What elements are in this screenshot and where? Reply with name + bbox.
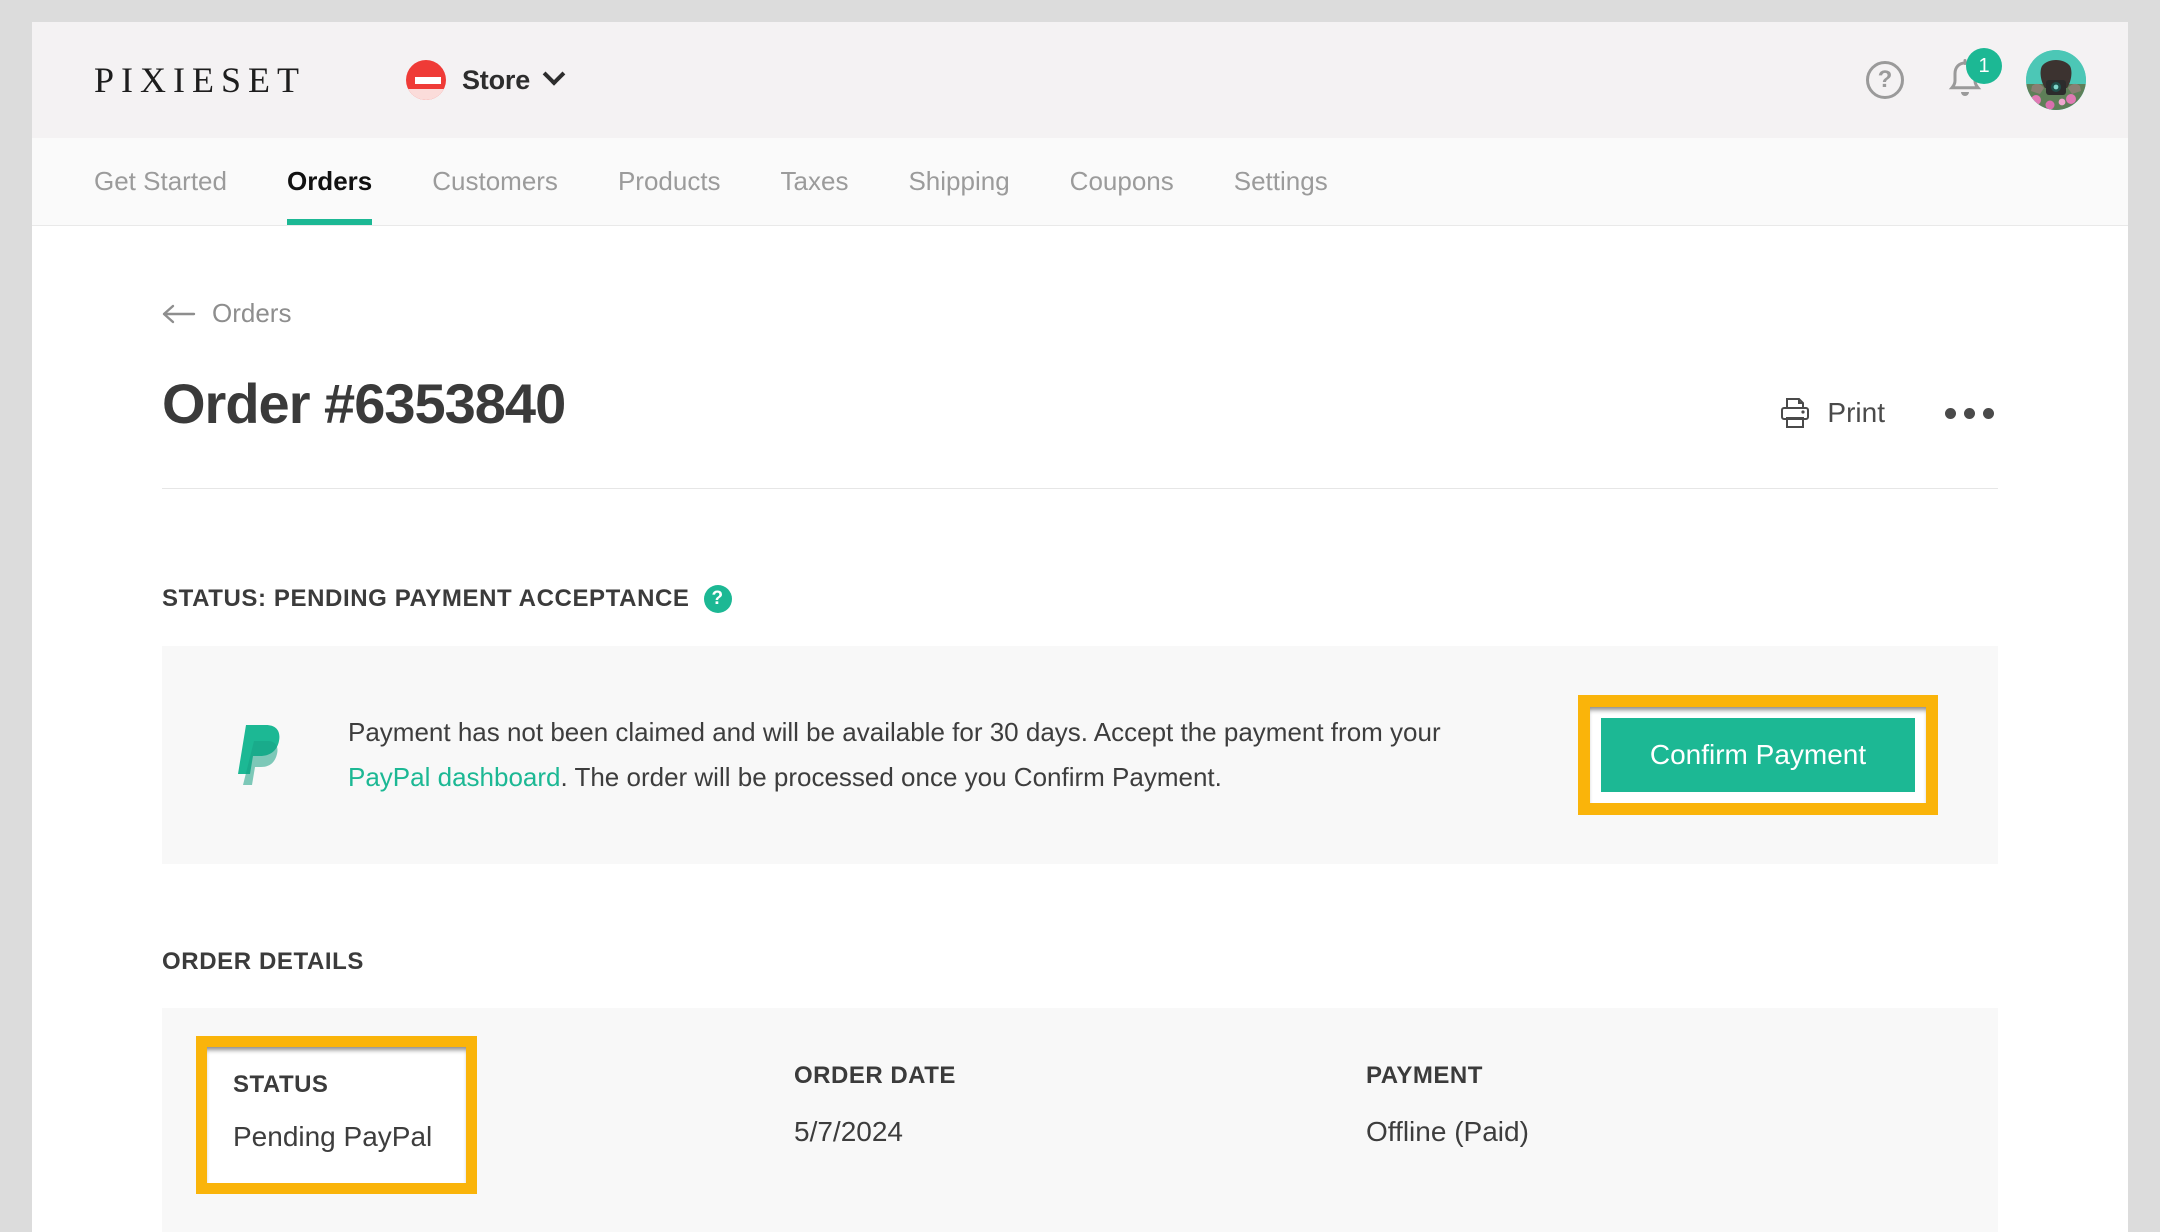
breadcrumb-label: Orders — [212, 298, 292, 328]
field-value-payment: Offline (Paid) — [1366, 1116, 1529, 1147]
paypal-dashboard-link[interactable]: PayPal dashboard — [348, 762, 560, 792]
ellipsis-icon[interactable] — [1941, 398, 1998, 429]
paypal-icon — [238, 725, 280, 785]
page-content: Orders Order #6353840 Print STATUS: PEND… — [32, 298, 2128, 1232]
pixieset-store-logo-icon — [406, 60, 446, 100]
main-nav: Get Started Orders Customers Products Ta… — [32, 138, 2128, 226]
nav-item-coupons[interactable]: Coupons — [1040, 138, 1204, 225]
store-switcher[interactable]: Store — [406, 60, 566, 100]
user-avatar[interactable] — [2026, 50, 2086, 110]
app-header: PIXIESET Store ? 1 — [32, 22, 2128, 138]
page-title-actions: Print — [1779, 396, 1998, 436]
notice-text-part2: . The order will be processed once you C… — [560, 762, 1222, 792]
breadcrumb-back-orders[interactable]: Orders — [162, 298, 291, 329]
confirm-payment-button[interactable]: Confirm Payment — [1601, 718, 1915, 792]
notification-bell-icon[interactable]: 1 — [1944, 48, 2002, 102]
status-heading-text: STATUS: PENDING PAYMENT ACCEPTANCE — [162, 585, 690, 612]
question-mark-icon[interactable]: ? — [1866, 61, 1904, 99]
question-mark-circle-icon[interactable]: ? — [703, 585, 732, 613]
field-status: STATUS Pending PayPal — [196, 1036, 478, 1194]
highlight-box: Confirm Payment — [1578, 695, 1938, 815]
printer-icon — [1781, 398, 1810, 428]
field-order-date: ORDER DATE 5/7/2024 — [794, 1062, 1366, 1194]
nav-item-customers[interactable]: Customers — [402, 138, 588, 225]
order-details-grid: STATUS Pending PayPal ORDER DATE 5/7/202… — [196, 1036, 1938, 1232]
confirm-payment-highlight: Confirm Payment — [1578, 695, 1938, 815]
order-details-heading: ORDER DETAILS — [162, 948, 365, 975]
highlight-box-status: STATUS Pending PayPal — [196, 1036, 478, 1194]
field-payment: PAYMENT Offline (Paid) — [1366, 1062, 1938, 1194]
chevron-down-icon — [542, 63, 566, 86]
arrow-left-icon — [162, 304, 196, 323]
nav-item-products[interactable]: Products — [588, 138, 751, 225]
notice-text: Payment has not been claimed and will be… — [348, 710, 1448, 799]
page-title: Order #6353840 — [162, 372, 566, 435]
app-window: PIXIESET Store ? 1 Get Started Orders Cu… — [32, 22, 2128, 1232]
notice-text-part1: Payment has not been claimed and will be… — [348, 717, 1441, 748]
field-label-status: STATUS — [233, 1071, 329, 1098]
status-section-heading: STATUS: PENDING PAYMENT ACCEPTANCE ? — [162, 585, 1998, 613]
pending-payment-notice: Payment has not been claimed and will be… — [162, 646, 1998, 864]
order-details-card: STATUS Pending PayPal ORDER DATE 5/7/202… — [162, 1008, 1998, 1232]
notification-count-badge: 1 — [1966, 48, 2002, 84]
nav-item-taxes[interactable]: Taxes — [751, 138, 879, 225]
print-label: Print — [1827, 397, 1885, 428]
field-label-payment: PAYMENT — [1366, 1062, 1483, 1089]
header-actions: ? 1 — [1866, 48, 2086, 110]
field-value-order-date: 5/7/2024 — [794, 1116, 903, 1147]
brand-logo[interactable]: PIXIESET — [64, 59, 306, 101]
nav-item-settings[interactable]: Settings — [1204, 138, 1358, 225]
nav-item-shipping[interactable]: Shipping — [878, 138, 1039, 225]
store-switcher-label: Store — [462, 64, 531, 95]
page-title-row: Order #6353840 Print — [162, 371, 1998, 489]
print-button[interactable]: Print — [1779, 396, 1885, 430]
nav-item-get-started[interactable]: Get Started — [64, 138, 257, 225]
field-label-order-date: ORDER DATE — [794, 1062, 956, 1089]
field-value-status: Pending PayPal — [233, 1121, 433, 1152]
nav-item-orders[interactable]: Orders — [257, 138, 402, 225]
